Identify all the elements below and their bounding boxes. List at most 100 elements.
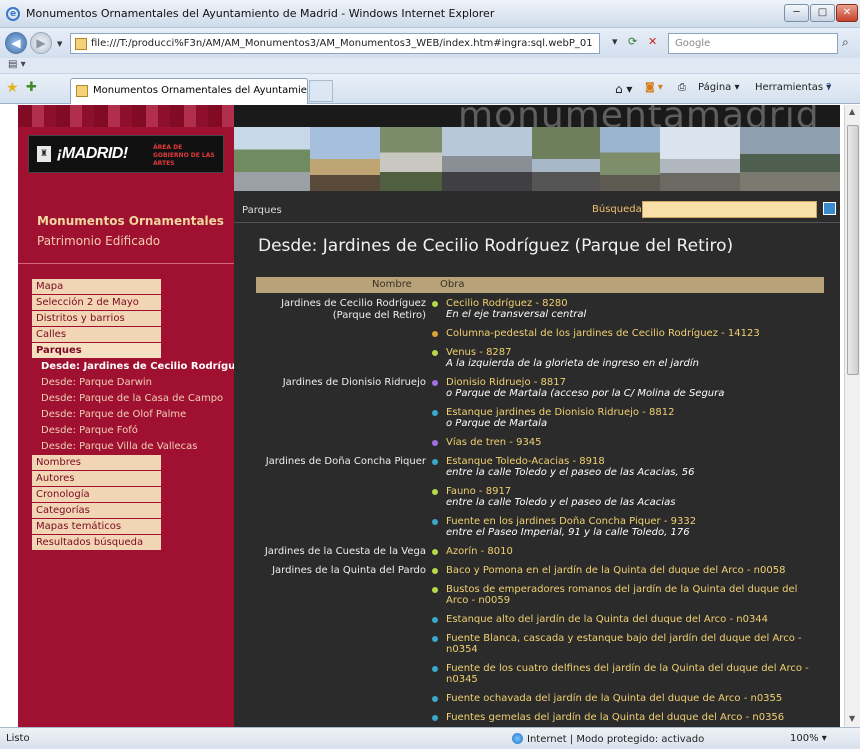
sidebar-item-main[interactable]: Nombres	[32, 455, 161, 471]
sidebar-item-sub[interactable]: Desde: Parque de Olof Palme	[32, 407, 234, 423]
sidebar-item-main[interactable]: Resultados búsqueda	[32, 535, 161, 551]
scroll-down-icon[interactable]: ▼	[849, 714, 855, 723]
address-url: file:///T:/producci%F3n/AM/AM_Monumentos…	[91, 38, 593, 49]
history-dropdown-icon[interactable]: ▼	[57, 40, 62, 48]
work-title[interactable]: Fuentes gemelas del jardín de la Quinta …	[446, 712, 822, 723]
work-title[interactable]: Fuente en los jardines Doña Concha Pique…	[446, 516, 822, 527]
table-row: Fuente Blanca, cascada y estanque bajo d…	[256, 633, 824, 663]
sidebar-item-main[interactable]: Autores	[32, 471, 161, 487]
sidebar-item-sub[interactable]: Desde: Parque Fofó	[32, 423, 234, 439]
work-title[interactable]: Baco y Pomona en el jardín de la Quinta …	[446, 565, 822, 576]
page-menu[interactable]: Página ▾	[698, 82, 740, 93]
row-work: Vías de tren - 9345	[446, 437, 822, 448]
bullet-icon	[432, 568, 438, 574]
sidebar-item-main[interactable]: Distritos y barrios	[32, 311, 161, 327]
tools-menu[interactable]: Herramientas ▾	[755, 82, 831, 93]
sidebar-item-sub[interactable]: Desde: Jardines de Cecilio Rodríguez	[32, 359, 234, 375]
sidebar-item-main[interactable]: Cronología	[32, 487, 161, 503]
site-search-input[interactable]	[642, 201, 817, 218]
table-row: Estanque jardines de Dionisio Ridruejo -…	[256, 407, 824, 437]
scroll-up-icon[interactable]: ▲	[849, 107, 855, 116]
security-zone[interactable]: Internet | Modo protegido: activado	[512, 733, 704, 745]
site-search-button[interactable]	[823, 202, 836, 215]
home-icon[interactable]: ⌂ ▾	[615, 82, 632, 96]
work-title[interactable]: Vías de tren - 9345	[446, 437, 822, 448]
sidebar-title[interactable]: Monumentos Ornamentales	[37, 214, 224, 228]
sidebar-item-main[interactable]: Selección 2 de Mayo	[32, 295, 161, 311]
breadcrumb[interactable]: Parques	[242, 205, 282, 216]
sidebar-item-main[interactable]: Mapa	[32, 279, 161, 295]
work-title[interactable]: Azorín - 8010	[446, 546, 822, 557]
favorites-star-icon[interactable]: ★	[6, 80, 19, 96]
help-icon[interactable]: ?	[826, 82, 831, 93]
refresh-icon[interactable]: ⟳	[628, 35, 637, 48]
banner-photo	[234, 127, 310, 191]
maximize-button[interactable]: □	[810, 4, 835, 22]
back-button[interactable]: ◀	[5, 32, 27, 54]
work-description: entre la calle Toledo y el paseo de las …	[446, 497, 676, 508]
close-button[interactable]: ✕	[836, 4, 858, 22]
sidebar-item-sub[interactable]: Desde: Parque Darwin	[32, 375, 234, 391]
work-title[interactable]: Fuente Blanca, cascada y estanque bajo d…	[446, 633, 822, 655]
row-place: Jardines de Dionisio Ridruejo	[282, 377, 426, 388]
work-title[interactable]: Columna-pedestal de los jardines de Ceci…	[446, 328, 822, 339]
vertical-scrollbar[interactable]: ▲ ▼	[844, 105, 860, 727]
sidebar-item-main[interactable]: Calles	[32, 327, 161, 343]
work-title[interactable]: Fauno - 8917	[446, 486, 822, 497]
address-dropdown-icon[interactable]: ▾	[612, 35, 618, 48]
sidebar-ornament	[18, 105, 234, 127]
bullet-icon	[432, 636, 438, 642]
add-favorite-icon[interactable]: ✚	[26, 80, 37, 95]
stop-icon[interactable]: ✕	[648, 35, 657, 48]
banner-photo	[600, 127, 660, 191]
work-title[interactable]: Dionisio Ridruejo - 8817	[446, 377, 822, 388]
row-place: Jardines de Doña Concha Piquer	[265, 456, 426, 467]
sidebar-item-main[interactable]: Mapas temáticos	[32, 519, 161, 535]
work-title[interactable]: Estanque Toledo-Acacias - 8918	[446, 456, 822, 467]
links-icon[interactable]: ▤ ▾	[8, 59, 26, 70]
new-tab-button[interactable]	[309, 80, 333, 102]
search-input[interactable]: Google	[668, 33, 838, 54]
work-title[interactable]: Cecilio Rodríguez - 8280	[446, 298, 822, 309]
search-icon[interactable]: ⌕	[842, 35, 849, 50]
bullet-icon	[432, 666, 438, 672]
sidebar-item-main[interactable]: Parques	[32, 343, 161, 359]
address-field[interactable]: file:///T:/producci%F3n/AM/AM_Monumentos…	[70, 33, 600, 54]
table-row: Jardines de Doña Concha Piquer Estanque T…	[256, 456, 824, 486]
bullet-icon	[432, 410, 438, 416]
sidebar-subtitle[interactable]: Patrimonio Edificado	[37, 234, 160, 248]
table-row: Columna-pedestal de los jardines de Ceci…	[256, 328, 824, 347]
table-row: Venus - 8287 A la izquierda de la gloriet…	[256, 347, 824, 377]
column-header-obra: Obra	[440, 279, 465, 290]
work-title[interactable]: Fuente ochavada del jardín de la Quinta …	[446, 693, 822, 704]
bullet-icon	[432, 459, 438, 465]
forward-button[interactable]: ▶	[30, 32, 52, 54]
header-banner: monumentamadrid	[234, 105, 840, 191]
work-title[interactable]: Estanque jardines de Dionisio Ridruejo -…	[446, 407, 822, 418]
madrid-logo[interactable]: ♜ ¡MADRID! ÁREA DE GOBIERNO DE LAS ARTES	[28, 135, 224, 173]
work-description: entre el Paseo Imperial, 91 y la calle T…	[446, 527, 690, 538]
table-header: Nombre Obra	[256, 277, 824, 293]
print-icon[interactable]: ⎙	[678, 82, 686, 93]
bullet-icon	[432, 587, 438, 593]
zoom-level[interactable]: 100% ▾	[790, 733, 827, 744]
scroll-thumb[interactable]	[847, 125, 859, 375]
row-work: Bustos de emperadores romanos del jardín…	[446, 584, 822, 606]
sidebar-item-main[interactable]: Categorías	[32, 503, 161, 519]
table-row: Vías de tren - 9345	[256, 437, 824, 456]
work-title[interactable]: Bustos de emperadores romanos del jardín…	[446, 584, 822, 606]
work-title[interactable]: Venus - 8287	[446, 347, 822, 358]
work-description: o Parque de Martala (acceso por la C/ Mo…	[446, 388, 725, 399]
work-title[interactable]: Estanque alto del jardín de la Quinta de…	[446, 614, 822, 625]
bullet-icon	[432, 350, 438, 356]
minimize-button[interactable]: ─	[784, 4, 809, 22]
sidebar-item-sub[interactable]: Desde: Parque Villa de Vallecas	[32, 439, 234, 455]
work-title[interactable]: Fuente de los cuatro delfines del jardín…	[446, 663, 822, 685]
tab-monumentos[interactable]: Monumentos Ornamentales del Ayuntamiento…	[70, 78, 308, 104]
feeds-icon[interactable]: ◙ ▾	[645, 82, 663, 93]
tab-page-icon	[76, 85, 88, 97]
table-row: Estanque alto del jardín de la Quinta de…	[256, 614, 824, 633]
bullet-icon	[432, 331, 438, 337]
sidebar-item-sub[interactable]: Desde: Parque de la Casa de Campo	[32, 391, 234, 407]
banner-photo	[442, 127, 532, 191]
